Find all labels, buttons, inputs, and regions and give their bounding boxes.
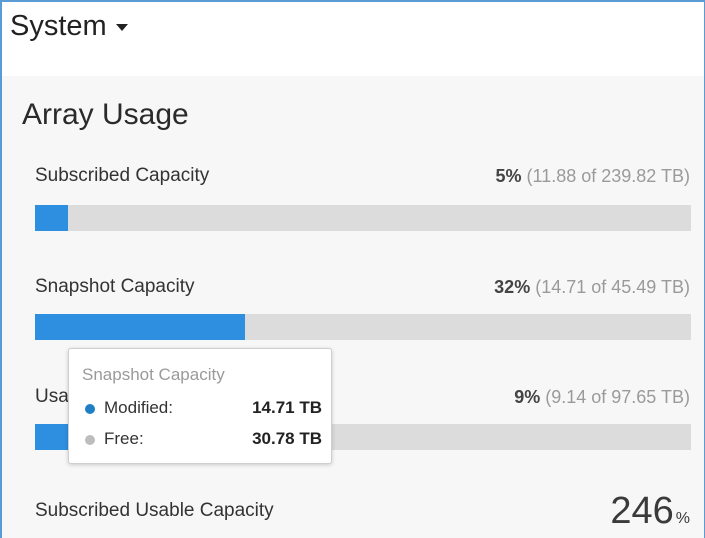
snapshot-capacity-detail: (14.71 of 45.49 TB) [535, 277, 690, 297]
tooltip-modified-label: Modified: [104, 398, 173, 417]
subscribed-capacity-bar-fill [35, 205, 68, 231]
tooltip-free-value: 30.78 TB [252, 429, 322, 448]
system-menu-dropdown[interactable]: System [10, 10, 128, 43]
subscribed-usable-capacity-value: 246% [610, 490, 690, 533]
array-usage-panel: Array Usage Subscribed Capacity 5% (11.8… [2, 76, 704, 538]
free-dot-icon [85, 435, 95, 445]
modified-dot-icon [85, 404, 95, 414]
usable-capacity-label: Usa [35, 386, 69, 407]
subscribed-capacity-percent: 5% [495, 166, 522, 186]
system-menu-label: System [10, 10, 107, 42]
tooltip-title: Snapshot Capacity [82, 365, 225, 384]
subscribed-usable-capacity-unit: % [675, 510, 690, 527]
snapshot-capacity-percent: 32% [494, 277, 531, 297]
usable-capacity-detail: (9.14 of 97.65 TB) [545, 387, 690, 407]
snapshot-capacity-tooltip: Snapshot Capacity Modified: 14.71 TB Fre… [68, 348, 332, 464]
snapshot-capacity-label: Snapshot Capacity [35, 276, 195, 297]
tooltip-free-label: Free: [104, 429, 144, 448]
caret-down-icon [115, 24, 128, 31]
subscribed-capacity-value: 5% (11.88 of 239.82 TB) [496, 166, 690, 187]
usable-capacity-percent: 9% [514, 387, 541, 407]
panel-title: Array Usage [22, 98, 189, 131]
snapshot-capacity-bar[interactable] [35, 314, 691, 340]
subscribed-usable-capacity-number: 246 [610, 490, 674, 532]
subscribed-capacity-label: Subscribed Capacity [35, 165, 210, 186]
header: System [2, 2, 704, 76]
snapshot-capacity-bar-fill [35, 314, 245, 340]
usable-capacity-value: 9% (9.14 of 97.65 TB) [514, 387, 690, 408]
subscribed-usable-capacity-label: Subscribed Usable Capacity [35, 500, 274, 521]
tooltip-modified-value: 14.71 TB [252, 398, 322, 417]
tooltip-row-free: Free: 30.78 TB [82, 429, 322, 451]
subscribed-capacity-bar[interactable] [35, 205, 691, 231]
snapshot-capacity-value: 32% (14.71 of 45.49 TB) [494, 277, 690, 298]
tooltip-row-modified: Modified: 14.71 TB [82, 398, 322, 420]
subscribed-capacity-detail: (11.88 of 239.82 TB) [526, 166, 690, 186]
